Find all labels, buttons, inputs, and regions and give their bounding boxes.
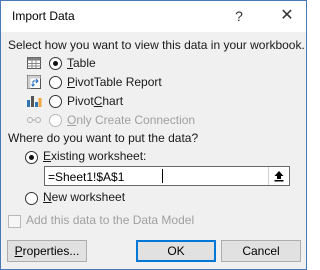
- collapse-arrow-icon: [274, 171, 284, 182]
- text-caret: [162, 169, 163, 183]
- cancel-button[interactable]: Cancel: [221, 240, 301, 262]
- new-worksheet-label: New worksheet: [43, 190, 126, 204]
- properties-button[interactable]: Properties...: [7, 240, 87, 262]
- close-button[interactable]: ✕: [277, 6, 297, 26]
- table-label: Table: [67, 56, 96, 70]
- table-radio[interactable]: [49, 57, 62, 70]
- range-value: =Sheet1!$A$1: [48, 170, 125, 184]
- only-create-connection-radio: [49, 114, 62, 127]
- pivottable-label: PivotTable Report: [67, 75, 162, 89]
- only-create-connection-label: Only Create Connection: [67, 113, 196, 127]
- existing-worksheet-label: Existing worksheet:: [43, 149, 147, 163]
- pivottable-radio[interactable]: [49, 76, 62, 89]
- pivotchart-radio[interactable]: [49, 95, 62, 108]
- help-button[interactable]: ?: [229, 6, 249, 26]
- pivotchart-label: PivotChart: [67, 94, 124, 108]
- existing-worksheet-radio[interactable]: [25, 151, 38, 164]
- table-icon: [27, 57, 41, 69]
- data-model-checkbox: [8, 215, 21, 228]
- dialog-title: Import Data: [12, 9, 75, 23]
- collapse-dialog-button[interactable]: [268, 167, 289, 185]
- view-prompt: Select how you want to view this data in…: [8, 38, 305, 52]
- location-prompt: Where do you want to put the data?: [8, 131, 199, 145]
- data-model-label: Add this data to the Data Model: [26, 213, 195, 227]
- connection-icon: [27, 117, 41, 123]
- properties-label: Properties...: [14, 244, 80, 258]
- range-input[interactable]: =Sheet1!$A$1: [44, 166, 290, 186]
- title-bar: Import Data ? ✕: [1, 1, 306, 32]
- pivottable-icon: [27, 75, 41, 89]
- ok-button[interactable]: OK: [136, 240, 216, 262]
- pivotchart-icon: [27, 96, 42, 107]
- import-data-dialog: Import Data ? ✕ Select how you want to v…: [0, 0, 307, 270]
- new-worksheet-radio[interactable]: [25, 192, 38, 205]
